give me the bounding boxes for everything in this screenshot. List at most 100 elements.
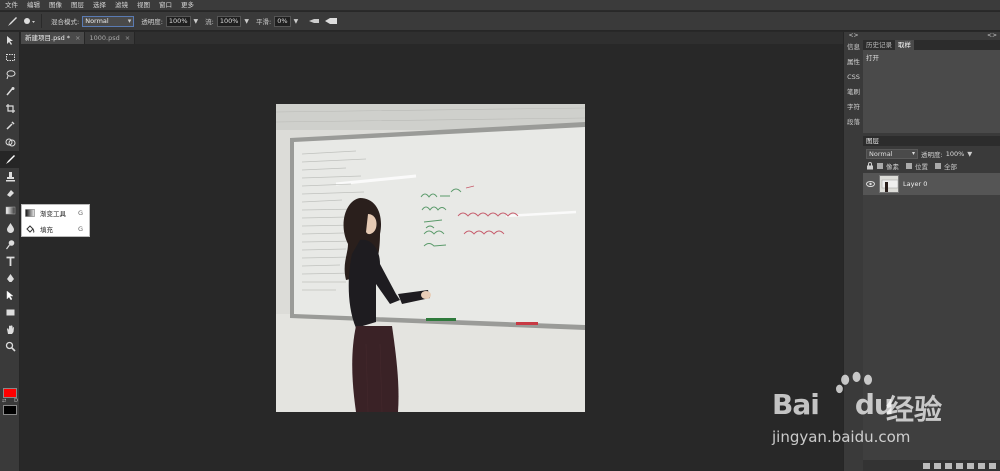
- collapse-arrows-icon[interactable]: <>: [844, 32, 863, 40]
- delete-layer-icon[interactable]: [989, 462, 996, 469]
- new-group-icon[interactable]: [967, 462, 974, 469]
- layer-style-icon[interactable]: [934, 462, 941, 469]
- lock-pixels-checkbox[interactable]: [877, 162, 883, 169]
- path-select-tool-icon[interactable]: [0, 287, 20, 304]
- history-item[interactable]: 打开: [866, 52, 997, 62]
- lock-all-checkbox[interactable]: [935, 162, 941, 169]
- menu-bar: 文件 编辑 图像 图层 选择 滤镜 视图 窗口 更多: [0, 0, 1000, 11]
- flyout-label: 渐变工具: [40, 210, 66, 218]
- menu-view[interactable]: 视图: [137, 0, 150, 11]
- swap-colors-icon[interactable]: ⇄: [2, 398, 6, 404]
- options-bar: 混合模式: Normal 透明度: 100% ▼ 流: 100% ▼ 平滑: 0…: [0, 12, 1000, 31]
- clone-stamp-tool-icon[interactable]: [0, 168, 20, 185]
- layer-name[interactable]: Layer 0: [903, 180, 927, 188]
- smoothing-input[interactable]: 0%: [274, 15, 291, 27]
- healing-tool-icon[interactable]: [0, 134, 20, 151]
- layer-lock-options: 像素 位置 全部: [863, 160, 1000, 171]
- shortcut-key: G: [77, 225, 83, 233]
- strip-item-info[interactable]: 信息: [844, 40, 863, 55]
- menu-window[interactable]: 窗口: [159, 0, 172, 11]
- opacity-dropdown-icon[interactable]: ▼: [194, 18, 199, 25]
- brush-preset-icon[interactable]: [22, 14, 36, 28]
- flow-input[interactable]: 100%: [216, 15, 242, 27]
- history-list: 打开: [863, 50, 1000, 133]
- tab-label: 1000.psd: [89, 34, 120, 42]
- canvas-image[interactable]: [276, 104, 585, 412]
- menu-filter[interactable]: 滤镜: [115, 0, 128, 11]
- layers-options: Normal 透明度: 100% ▼: [863, 148, 1000, 160]
- eye-icon[interactable]: [866, 181, 875, 187]
- layer-opacity-dropdown-icon[interactable]: ▼: [967, 150, 972, 158]
- lock-all-label: 全部: [944, 162, 957, 171]
- layer-mask-icon[interactable]: [956, 462, 963, 469]
- menu-more[interactable]: 更多: [181, 0, 194, 11]
- layer-row[interactable]: Layer 0: [863, 173, 1000, 195]
- eraser-tool-icon[interactable]: [0, 185, 20, 202]
- blend-mode-select[interactable]: Normal: [82, 15, 135, 27]
- photo-whiteboard-illustration: [276, 104, 585, 412]
- watermark-url: jingyan.baidu.com: [772, 428, 911, 446]
- tab-document-1[interactable]: 新建项目.psd * ×: [21, 32, 86, 44]
- smoothing-label: 平滑:: [256, 18, 272, 26]
- menu-select[interactable]: 选择: [93, 0, 106, 11]
- link-layers-icon[interactable]: [923, 462, 930, 469]
- lock-position-label: 位置: [915, 162, 928, 171]
- quick-select-tool-icon[interactable]: [0, 83, 20, 100]
- close-icon[interactable]: ×: [75, 32, 80, 44]
- blur-tool-icon[interactable]: [0, 219, 20, 236]
- gradient-icon: [25, 209, 35, 217]
- menu-file[interactable]: 文件: [5, 0, 18, 11]
- flow-dropdown-icon[interactable]: ▼: [244, 18, 249, 25]
- strip-item-properties[interactable]: 属性: [844, 55, 863, 70]
- hand-tool-icon[interactable]: [0, 321, 20, 338]
- layers-footer: [863, 460, 1000, 471]
- smoothing-dropdown-icon[interactable]: ▼: [294, 18, 299, 25]
- move-tool-icon[interactable]: [0, 32, 20, 49]
- lasso-tool-icon[interactable]: [0, 66, 20, 83]
- tab-label: 新建项目.psd *: [25, 34, 71, 42]
- default-colors-icon[interactable]: D: [14, 398, 18, 404]
- zoom-tool-icon[interactable]: [0, 338, 20, 355]
- adjustment-layer-icon[interactable]: [945, 462, 952, 469]
- brush-tool-icon[interactable]: [0, 151, 20, 168]
- blend-mode-label: 混合模式:: [51, 18, 80, 26]
- shortcut-key: G: [77, 209, 83, 217]
- flow-label: 流:: [205, 18, 214, 26]
- collapse-arrows-icon[interactable]: <>: [863, 32, 1000, 40]
- layers-panel-title[interactable]: 图层: [863, 136, 1000, 146]
- type-tool-icon[interactable]: [0, 253, 20, 270]
- menu-layer[interactable]: 图层: [71, 0, 84, 11]
- strip-item-brush[interactable]: 笔刷: [844, 85, 863, 100]
- color-swatch-controls: ⇄ D: [2, 398, 18, 404]
- foreground-color-swatch[interactable]: [3, 388, 17, 398]
- flyout-item-fill[interactable]: 填充 G: [22, 221, 89, 237]
- tab-history[interactable]: 历史记录: [863, 40, 895, 50]
- layer-blend-select[interactable]: Normal: [866, 149, 918, 159]
- brush-tool-icon[interactable]: [5, 14, 19, 28]
- layer-opacity-input[interactable]: 100%: [946, 150, 965, 158]
- menu-image[interactable]: 图像: [49, 0, 62, 11]
- new-layer-icon[interactable]: [978, 462, 985, 469]
- lock-position-checkbox[interactable]: [906, 162, 912, 169]
- pressure-opacity-icon[interactable]: [324, 14, 338, 28]
- strip-item-paragraph[interactable]: 段落: [844, 115, 863, 130]
- pressure-size-icon[interactable]: [307, 14, 321, 28]
- strip-item-character[interactable]: 字符: [844, 100, 863, 115]
- watermark-brand-cn: 经验: [886, 393, 943, 426]
- marquee-tool-icon[interactable]: [0, 49, 20, 66]
- shape-tool-icon[interactable]: [0, 304, 20, 321]
- gradient-tool-icon[interactable]: [0, 202, 20, 219]
- strip-item-css[interactable]: CSS: [844, 70, 863, 85]
- background-color-swatch[interactable]: [3, 405, 17, 415]
- crop-tool-icon[interactable]: [0, 100, 20, 117]
- tab-swatches[interactable]: 取样: [895, 40, 914, 50]
- dodge-tool-icon[interactable]: [0, 236, 20, 253]
- menu-edit[interactable]: 编辑: [27, 0, 40, 11]
- opacity-input[interactable]: 100%: [165, 15, 191, 27]
- lock-pixels-label: 像素: [886, 162, 899, 171]
- pen-tool-icon[interactable]: [0, 270, 20, 287]
- close-icon[interactable]: ×: [125, 32, 130, 44]
- flyout-item-gradient[interactable]: 渐变工具 G: [22, 205, 89, 221]
- tab-document-2[interactable]: 1000.psd ×: [85, 32, 136, 44]
- eyedropper-tool-icon[interactable]: [0, 117, 20, 134]
